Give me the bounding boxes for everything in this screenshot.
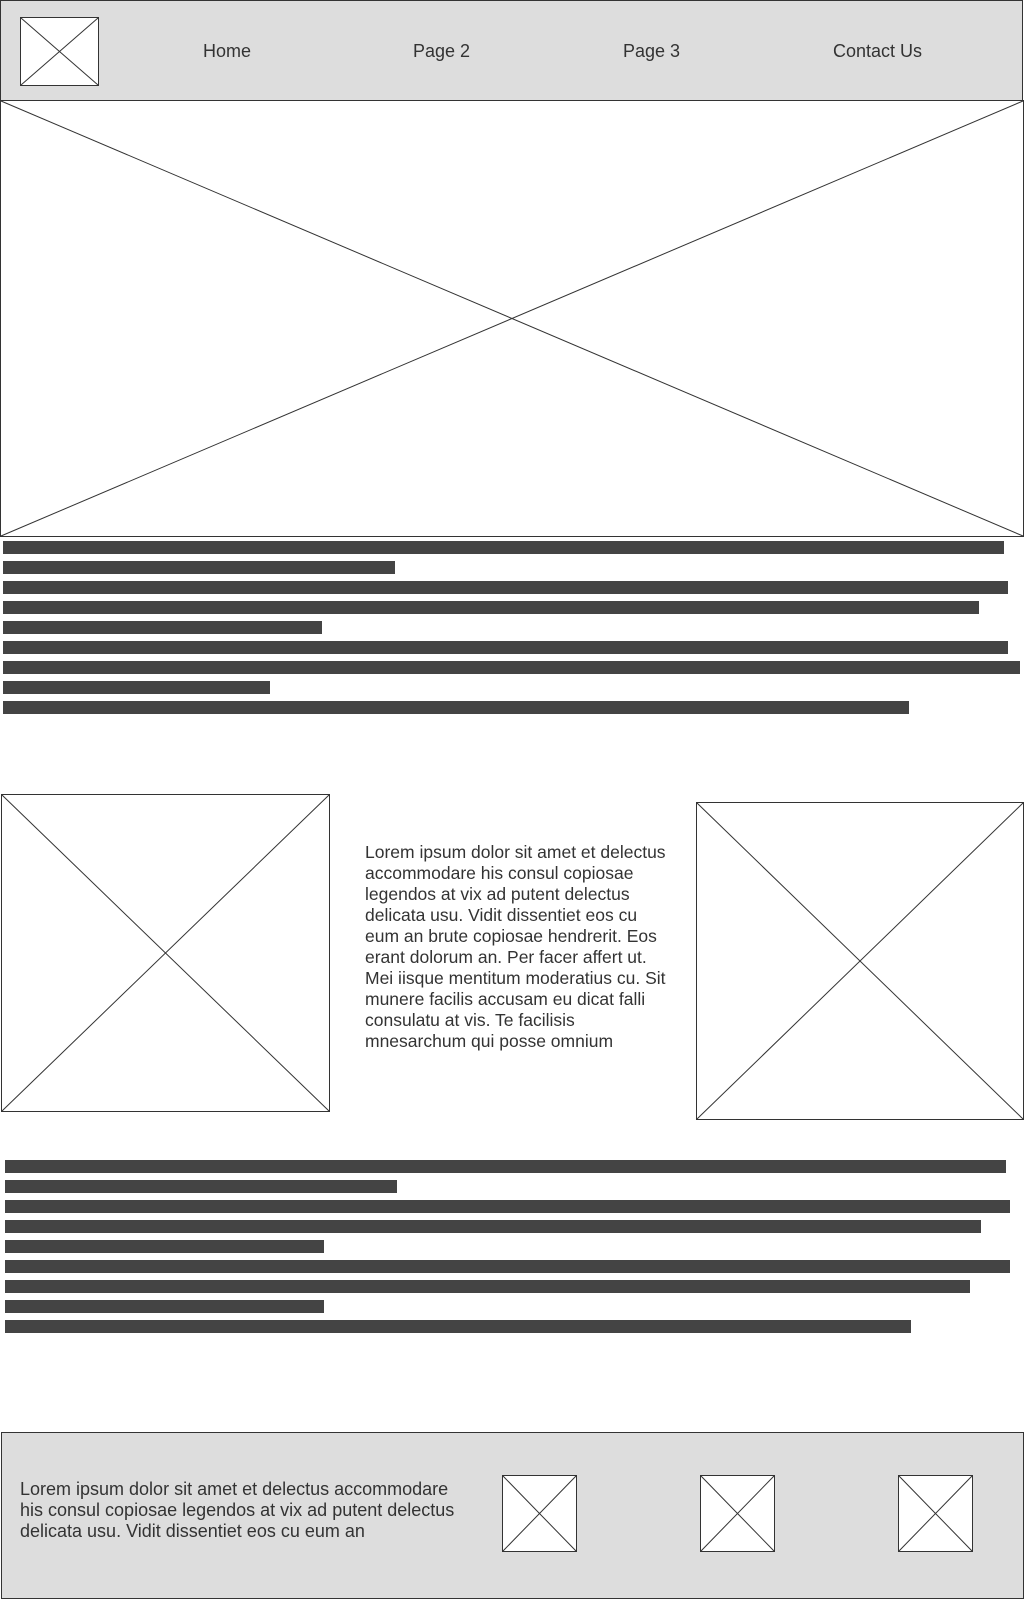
text-line [5,1300,324,1313]
footer-image-placeholder-2[interactable] [700,1475,775,1552]
text-line [3,601,979,614]
text-line [3,561,395,574]
image-placeholder-icon [503,1476,576,1551]
text-line [5,1220,981,1233]
nav-link-contact-us[interactable]: Contact Us [833,40,922,62]
image-placeholder-icon [701,1476,774,1551]
text-line [5,1240,324,1253]
nav-link-page-2[interactable]: Page 2 [413,40,470,62]
middle-paragraph: Lorem ipsum dolor sit amet et delectus a… [365,842,666,1051]
text-line [3,681,270,694]
text-line [3,701,909,714]
text-line [5,1260,1010,1273]
text-line [3,541,1004,554]
text-line [5,1320,911,1333]
footer-image-placeholder-3[interactable] [898,1475,973,1552]
logo-image-placeholder[interactable] [20,17,99,86]
image-placeholder-icon [21,18,98,85]
nav-link-page-3[interactable]: Page 3 [623,40,680,62]
text-line [5,1180,397,1193]
text-line [5,1280,970,1293]
right-image-placeholder [696,802,1024,1120]
text-line [5,1200,1010,1213]
image-placeholder-icon [1,101,1023,536]
text-line [3,621,322,634]
left-image-placeholder [1,794,330,1112]
text-line [5,1160,1006,1173]
text-line [3,661,1020,674]
nav-link-home[interactable]: Home [203,40,251,62]
image-placeholder-icon [697,803,1023,1119]
text-line [3,641,1008,654]
footer-paragraph: Lorem ipsum dolor sit amet et delectus a… [20,1479,455,1541]
hero-image-placeholder [0,100,1024,537]
text-line [3,581,1008,594]
image-placeholder-icon [899,1476,972,1551]
footer-image-placeholder-1[interactable] [502,1475,577,1552]
image-placeholder-icon [2,795,329,1111]
